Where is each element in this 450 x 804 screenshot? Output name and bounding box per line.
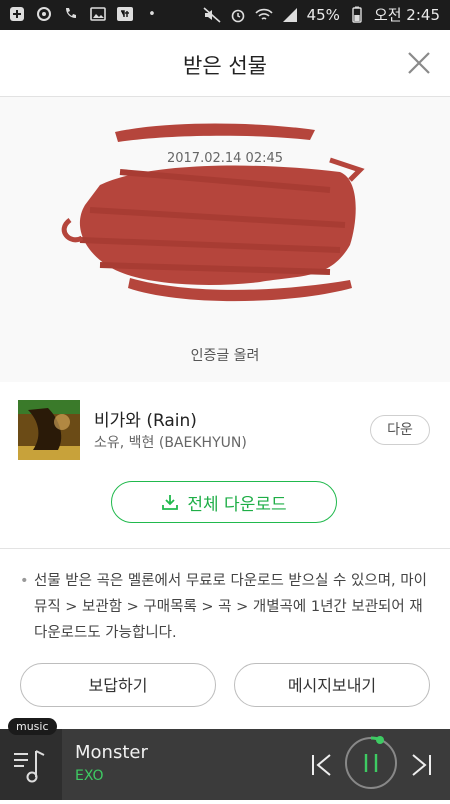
- status-bar: • 45% 오전 2:45: [0, 0, 450, 30]
- battery-icon: [348, 6, 366, 24]
- image-icon: [89, 5, 107, 23]
- page-title: 받은 선물: [183, 54, 267, 78]
- alarm-icon: [229, 6, 247, 24]
- notice-bullet: •: [20, 573, 29, 589]
- playlist-icon: [14, 750, 45, 783]
- mute-icon: [203, 6, 221, 24]
- notice-text: 선물 받은 곡은 멜론에서 무료로 다운로드 받으실 수 있으며, 마이뮤직 >…: [34, 573, 427, 641]
- app-notification-icon: [116, 5, 134, 23]
- download-all-button[interactable]: 전체 다운로드: [111, 481, 337, 523]
- album-art: [18, 400, 80, 460]
- phone-icon: [62, 5, 80, 23]
- previous-icon: [312, 754, 331, 776]
- download-all-label: 전체 다운로드: [187, 494, 287, 515]
- send-message-button[interactable]: 메시지보내기: [234, 663, 430, 707]
- battery-percent: 45%: [306, 5, 340, 24]
- clock: 오전 2:45: [373, 6, 440, 24]
- redaction-scribble: [61, 123, 365, 302]
- next-button[interactable]: [407, 749, 437, 781]
- previous-button[interactable]: [306, 749, 336, 781]
- next-icon: [412, 754, 431, 776]
- song-title: 비가와 (Rain): [94, 411, 197, 431]
- add-icon: [8, 5, 26, 23]
- sync-icon: [35, 5, 53, 23]
- pause-button[interactable]: [343, 735, 399, 791]
- song-artist: 소유, 백현 (BAEKHYUN): [94, 435, 247, 451]
- close-icon: [408, 52, 430, 74]
- gift-message: 인증글 올려: [190, 348, 260, 364]
- pause-icon: [345, 736, 397, 789]
- more-icon: •: [148, 6, 156, 22]
- download-icon: [162, 495, 179, 510]
- signal-icon: [281, 6, 299, 24]
- music-badge: music: [8, 718, 57, 735]
- wifi-icon: [255, 6, 273, 24]
- reply-gift-button[interactable]: 보답하기: [20, 663, 216, 707]
- divider: [0, 548, 450, 549]
- now-playing-artist: EXO: [75, 768, 104, 784]
- playlist-button[interactable]: [0, 729, 62, 800]
- page-header: 받은 선물: [0, 30, 450, 97]
- notice: • 선물 받은 곡은 멜론에서 무료로 다운로드 받으실 수 있으며, 마이뮤직…: [20, 568, 432, 646]
- gift-song-row: 비가와 (Rain) 소유, 백현 (BAEKHYUN) 다운: [18, 398, 432, 460]
- notification-icons: •: [8, 5, 161, 23]
- close-button[interactable]: [404, 48, 434, 78]
- system-status: 45% 오전 2:45: [203, 4, 440, 25]
- now-playing-title: Monster: [75, 742, 148, 763]
- download-button[interactable]: 다운: [370, 415, 430, 445]
